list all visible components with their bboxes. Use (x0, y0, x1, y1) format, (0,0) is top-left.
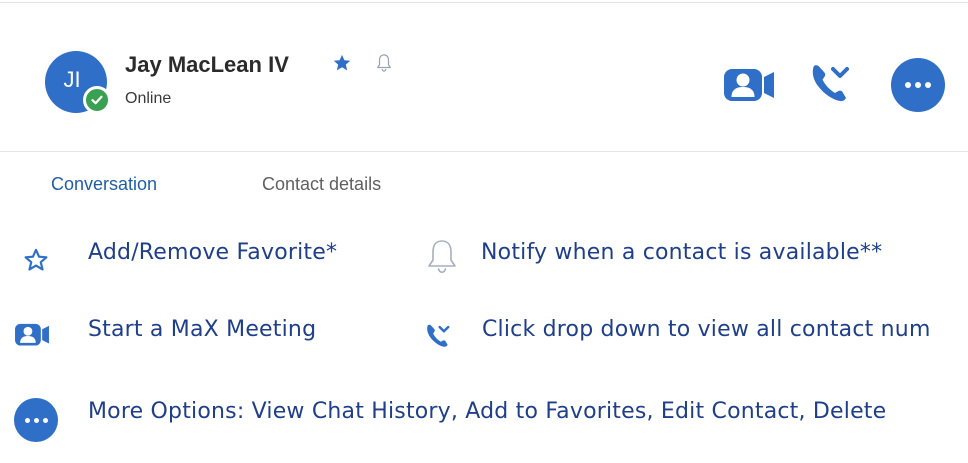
legend-meeting: Start a MaX Meeting (88, 317, 317, 342)
phone-dropdown-icon (422, 318, 456, 352)
legend-numbers: Click drop down to view all contact num (482, 317, 931, 342)
legend-more-options: More Options: View Chat History, Add to … (88, 399, 887, 424)
contact-name: Jay MacLean IV (125, 52, 289, 77)
more-options-icon (905, 82, 931, 88)
divider (0, 2, 968, 3)
tab-contact-details[interactable]: Contact details (262, 174, 381, 195)
avatar-initials: JI (63, 67, 81, 92)
more-options-button[interactable] (891, 58, 945, 112)
online-presence-badge (83, 86, 111, 114)
checkmark-icon (91, 95, 103, 105)
start-meeting-button[interactable] (721, 63, 777, 105)
contact-status: Online (125, 90, 172, 107)
legend-notify: Notify when a contact is available** (481, 240, 883, 265)
star-icon[interactable] (332, 53, 352, 73)
video-meeting-icon (12, 318, 52, 350)
phone-dropdown-icon (812, 65, 849, 102)
call-dropdown-button[interactable] (806, 58, 858, 106)
bell-icon[interactable] (375, 52, 393, 74)
legend-favorite: Add/Remove Favorite* (88, 240, 338, 265)
contact-header-panel: JI Jay MacLean IV Online Conversation Co… (0, 0, 968, 208)
more-options-icon (14, 398, 58, 442)
bell-icon (424, 236, 460, 280)
tab-conversation[interactable]: Conversation (51, 174, 157, 195)
star-outline-icon (22, 246, 50, 274)
video-meeting-icon (724, 69, 774, 101)
divider (0, 151, 968, 152)
